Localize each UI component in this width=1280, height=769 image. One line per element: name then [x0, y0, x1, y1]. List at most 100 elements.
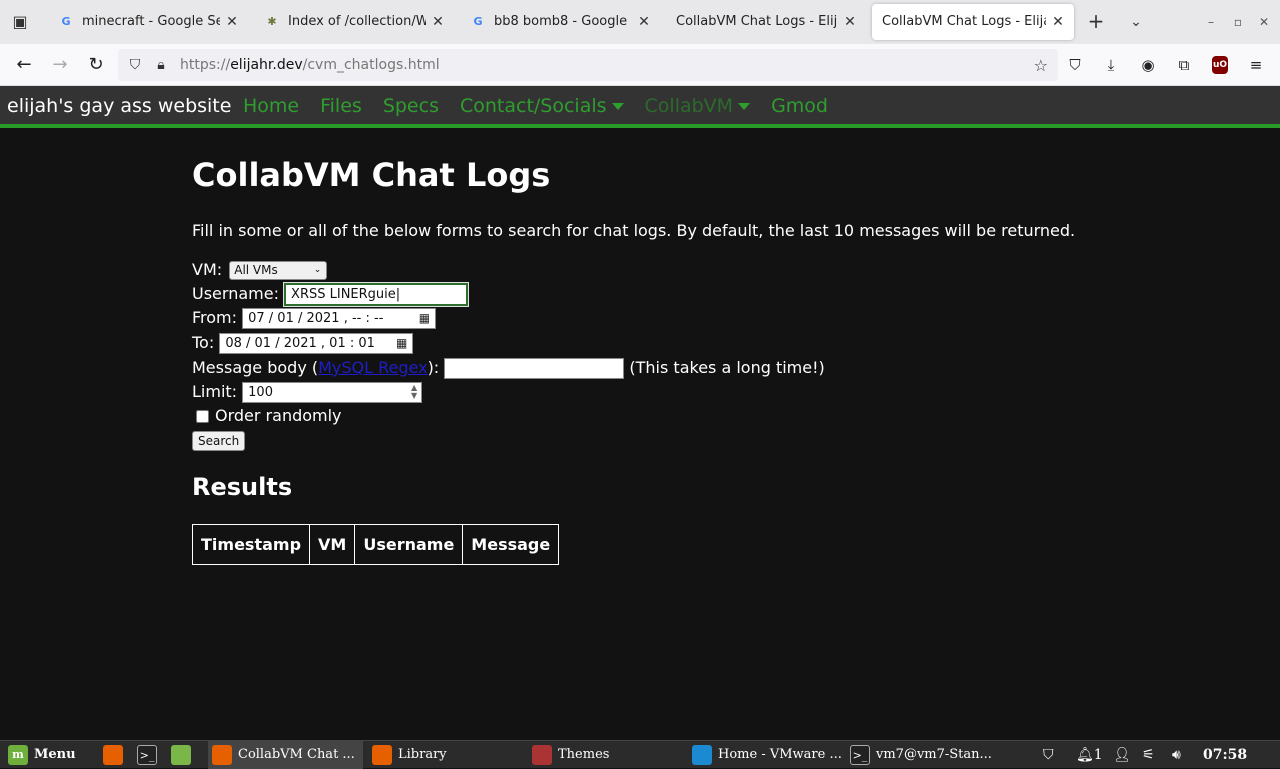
nav-collabvm[interactable]: CollabVM [645, 86, 751, 126]
tab-title: CollabVM Chat Logs - Elijahr [676, 14, 838, 29]
username-row: Username: XRSS LINERguie| [192, 282, 470, 307]
reload-icon[interactable]: ↻ [84, 53, 108, 77]
mysql-regex-link[interactable]: MySQL Regex [318, 358, 427, 377]
firefox-icon [103, 744, 123, 765]
taskbar-window-vmware[interactable]: Home - VMware ... [688, 741, 843, 769]
message-body-row: Message body (MySQL Regex): (This takes … [192, 356, 825, 380]
themes-icon [532, 744, 552, 765]
chevron-down-icon: ⌄ [313, 265, 322, 275]
column-header-username: Username [354, 524, 464, 565]
dropdown-caret-icon [611, 103, 624, 110]
nav-specs[interactable]: Specs [383, 86, 439, 126]
nav-gmod[interactable]: Gmod [771, 86, 828, 126]
close-tab-icon[interactable]: ✕ [430, 4, 446, 40]
from-label: From: [192, 308, 238, 327]
clock[interactable]: 07:58 [1203, 741, 1247, 769]
site-header: elijah's gay ass website Home Files Spec… [0, 86, 1280, 128]
tab-0[interactable]: G minecraft - Google Search ✕ [46, 4, 248, 40]
volume-icon[interactable]: 🔊︎ [1172, 741, 1181, 769]
nav-contact-socials[interactable]: Contact/Socials [460, 86, 624, 126]
vm-row: VM: All VMs ⌄ [192, 258, 328, 282]
site-nav: Home Files Specs Contact/Socials CollabV… [243, 86, 828, 126]
hamburger-menu-icon[interactable]: ≡ [1245, 54, 1267, 76]
firefox-view-icon[interactable]: ▣ [8, 10, 32, 34]
taskbar-window-library[interactable]: Library [368, 741, 523, 769]
limit-number-input[interactable]: 100 ▲ ▼ [242, 382, 423, 403]
user-icon[interactable]: 👤︎ [1113, 741, 1131, 769]
taskbar-window-themes[interactable]: Themes [528, 741, 683, 769]
launcher-firefox[interactable] [103, 741, 129, 769]
mint-logo-icon: m [8, 744, 28, 765]
table-header-row: Timestamp VM Username Message [191, 524, 560, 565]
ublock-origin-icon[interactable]: uO [1212, 56, 1228, 74]
site-brand[interactable]: elijah's gay ass website [7, 86, 231, 126]
back-icon[interactable]: ← [12, 53, 36, 77]
nav-home[interactable]: Home [243, 86, 299, 126]
launcher-files[interactable] [171, 741, 197, 769]
start-menu-button[interactable]: m Menu [8, 741, 76, 769]
shield-icon[interactable]: ⛉ [126, 56, 144, 74]
network-icon[interactable]: ⚟ [1142, 741, 1155, 769]
url-bar[interactable]: ⛉ 🔒︎ https://elijahr.dev/cvm_chatlogs.ht… [118, 49, 1058, 81]
calendar-icon[interactable]: ▦ [396, 334, 407, 353]
extensions-icon[interactable]: ⧉ [1173, 54, 1195, 76]
limit-label: Limit: [192, 382, 238, 401]
vm-select[interactable]: All VMs ⌄ [229, 261, 328, 280]
search-button[interactable]: Search [192, 431, 246, 451]
tab-2[interactable]: G bb8 bomb8 - Google Search ✕ [458, 4, 660, 40]
bookmark-star-icon[interactable]: ☆ [1034, 56, 1048, 75]
close-tab-icon[interactable]: ✕ [1050, 4, 1066, 40]
lock-icon[interactable]: 🔒︎ [152, 56, 170, 74]
limit-row: Limit: 100 ▲ ▼ [192, 380, 423, 404]
tab-4-active[interactable]: CollabVM Chat Logs - Elijahr ✕ [872, 4, 1074, 40]
order-randomly-label[interactable]: Order randomly [215, 406, 342, 425]
from-datetime-input[interactable]: 07 / 01 / 2021 , -- : -- ▦ [242, 308, 437, 329]
close-tab-icon[interactable]: ✕ [842, 4, 858, 40]
order-randomly-checkbox[interactable] [196, 410, 209, 423]
tab-title: CollabVM Chat Logs - Elijahr [882, 14, 1046, 29]
launcher-terminal[interactable]: >_ [137, 741, 163, 769]
results-heading: Results [192, 473, 293, 501]
pocket-icon[interactable]: ⛉ [1064, 54, 1086, 76]
downloads-icon[interactable]: ⤓ [1100, 54, 1122, 76]
close-tab-icon[interactable]: ✕ [224, 4, 240, 40]
tab-title: minecraft - Google Search [82, 14, 220, 29]
tab-1[interactable]: ✱ Index of /collection/Windows ✕ [252, 4, 454, 40]
vm-label: VM: [192, 260, 223, 279]
calendar-icon[interactable]: ▦ [419, 309, 430, 328]
body-note: (This takes a long time!) [629, 358, 825, 377]
tab-title: bb8 bomb8 - Google Search [494, 14, 632, 29]
username-label: Username: [192, 284, 279, 303]
forward-icon[interactable]: → [48, 53, 72, 77]
minimize-icon[interactable]: – [1201, 12, 1221, 32]
nav-files[interactable]: Files [320, 86, 362, 126]
search-row: Search [192, 428, 246, 452]
from-row: From: 07 / 01 / 2021 , -- : -- ▦ [192, 306, 437, 330]
close-window-icon[interactable]: ✕ [1254, 12, 1274, 32]
to-row: To: 08 / 01 / 2021 , 01 : 01 ▦ [192, 331, 414, 355]
tab-strip: ▣ G minecraft - Google Search ✕ ✱ Index … [0, 0, 1280, 44]
body-label-end: ): [427, 358, 440, 377]
url-text[interactable]: https://elijahr.dev/cvm_chatlogs.html [180, 49, 440, 81]
body-label: Message body ( [192, 358, 319, 377]
list-all-tabs-icon[interactable]: ⌄ [1124, 10, 1148, 34]
new-tab-icon[interactable]: + [1084, 10, 1108, 34]
shield-icon[interactable]: ⛉ [1043, 741, 1054, 769]
taskbar-window-terminal[interactable]: >_ vm7@vm7-Stan... [846, 741, 1001, 769]
message-body-input[interactable] [444, 358, 625, 379]
folder-icon [171, 744, 191, 765]
username-input[interactable]: XRSS LINERguie| [283, 282, 470, 307]
maximize-icon[interactable]: ▫ [1228, 12, 1248, 32]
taskbar-window-collabvm[interactable]: CollabVM Chat ... [208, 741, 363, 769]
spinner-icon[interactable]: ▲ ▼ [411, 384, 417, 400]
close-tab-icon[interactable]: ✕ [636, 4, 652, 40]
to-datetime-input[interactable]: 08 / 01 / 2021 , 01 : 01 ▦ [219, 333, 414, 354]
desktop-taskbar: m Menu >_ CollabVM Chat ... Library Theme… [0, 740, 1280, 769]
notifications-icon[interactable]: 🔔︎1 [1076, 741, 1103, 769]
tab-3[interactable]: CollabVM Chat Logs - Elijahr ✕ [664, 4, 866, 40]
notifications-count: 1 [1093, 747, 1103, 763]
account-icon[interactable]: ◉ [1137, 54, 1159, 76]
page-title: CollabVM Chat Logs [192, 156, 551, 194]
archive-icon: ✱ [267, 15, 277, 28]
column-header-vm: VM [309, 524, 356, 565]
